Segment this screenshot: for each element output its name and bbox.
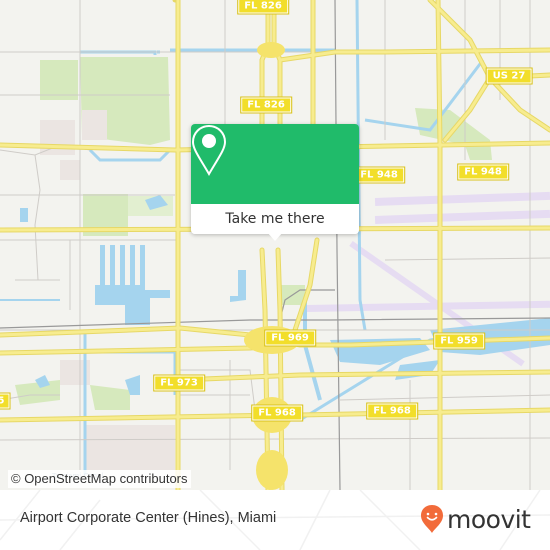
place-name: Airport Corporate Center (Hines), Miami: [20, 510, 277, 526]
route-shield-fl826: FL 826: [240, 96, 292, 114]
interchange-south: [256, 450, 288, 490]
canal-3: [120, 245, 125, 285]
res-2: [40, 120, 75, 155]
route-shield-partial: 5: [0, 392, 11, 410]
route-shield-fl969: FL 969: [264, 329, 316, 347]
pond: [20, 208, 28, 222]
pond-3: [230, 270, 246, 302]
park-sw-2: [90, 385, 130, 410]
popup-pointer: [267, 232, 283, 241]
runway-2: [374, 209, 550, 224]
canal-5: [140, 245, 145, 285]
interchange-826-north: [257, 42, 285, 58]
route-shield-fl948: FL 948: [353, 166, 405, 184]
runway-1: [374, 191, 550, 206]
moovit-pin-smiley-icon: [421, 505, 443, 533]
route-shield-fl968: FL 968: [251, 404, 303, 422]
route-shield-fl968: FL 968: [366, 402, 418, 420]
res-1: [82, 110, 107, 140]
basin: [95, 285, 170, 325]
canal-4: [130, 245, 135, 285]
canal-1: [100, 245, 105, 285]
route-shield-fl959: FL 959: [433, 332, 485, 350]
lake-3: [395, 360, 440, 380]
canal-airport: [303, 300, 322, 401]
take-me-there-button[interactable]: Take me there: [191, 204, 359, 234]
route-shield-fl826: FL 826: [237, 0, 289, 15]
map-attribution[interactable]: © OpenStreetMap contributors: [8, 470, 191, 488]
res-3: [60, 160, 80, 180]
location-pin-icon: [191, 124, 227, 176]
park-northeast: [415, 108, 492, 160]
moovit-logo[interactable]: moovit: [420, 503, 531, 535]
canal-2: [110, 245, 115, 285]
popup-header: [191, 124, 359, 204]
park-west: [40, 60, 78, 100]
map[interactable]: Tamiami Canal FL 826 FL 826 US 27 FL 948…: [0, 0, 550, 490]
res-4: [85, 425, 175, 470]
route-shield-fl973: FL 973: [153, 374, 205, 392]
footer: Airport Corporate Center (Hines), Miami …: [0, 490, 550, 550]
route-shield-fl948: FL 948: [457, 163, 509, 181]
brand-name: moovit: [447, 504, 531, 534]
destination-popup: Take me there: [191, 124, 359, 241]
route-shield-us27: US 27: [485, 67, 533, 85]
